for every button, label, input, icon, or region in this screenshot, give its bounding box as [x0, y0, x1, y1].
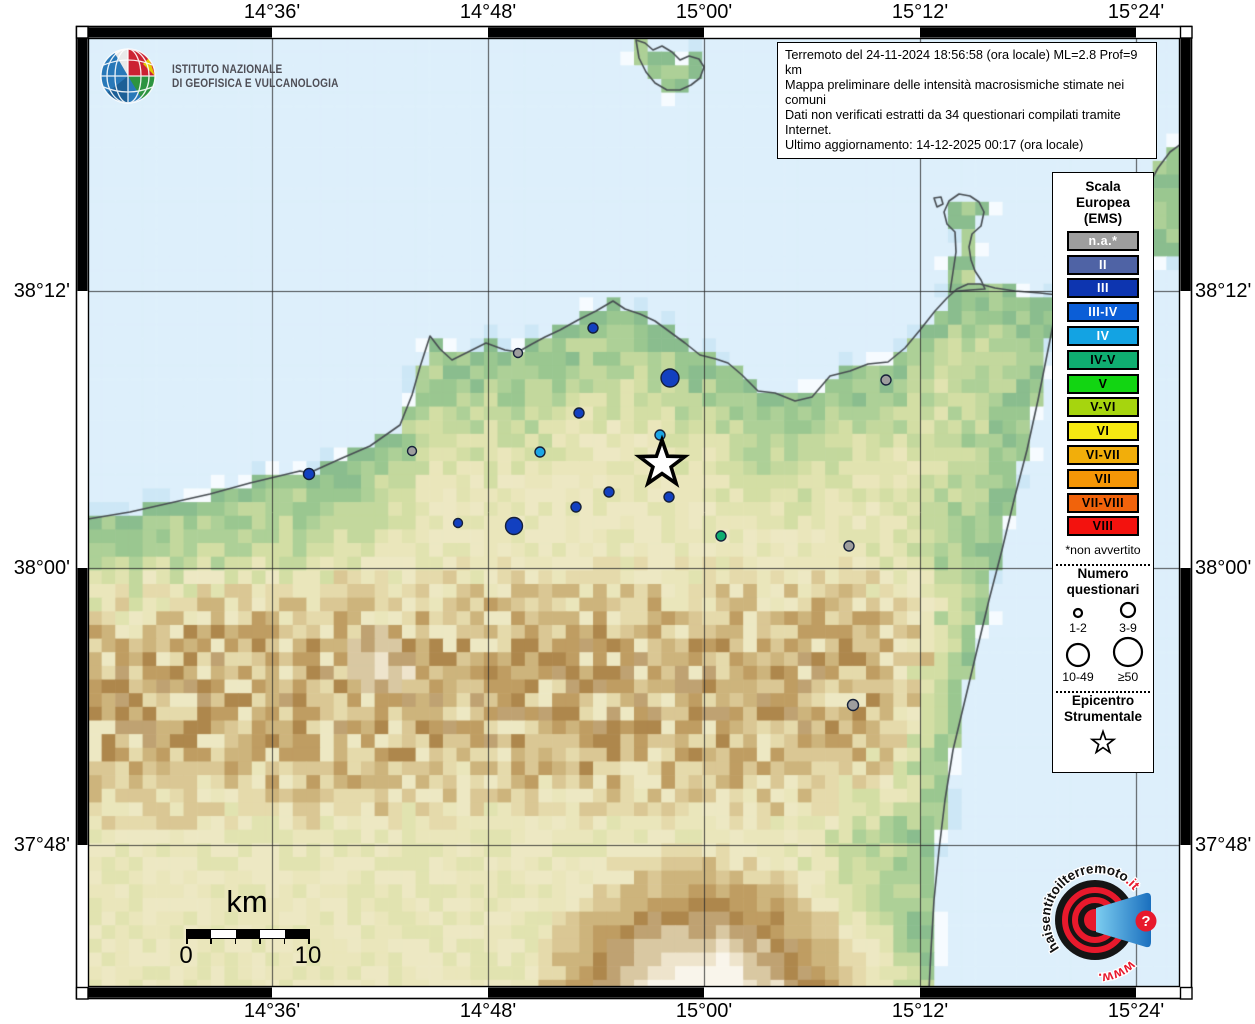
info-line-updated: Ultimo aggiornamento: 14-12-2025 00:17 (… [785, 138, 1084, 152]
haisentitoilterremoto-logo[interactable]: ? haisentitoilterremoto.it www. [1030, 850, 1180, 1000]
axis-label-latitude-left: 37°48' [13, 834, 70, 856]
legend-item-VI: VI [1067, 421, 1139, 442]
legend-item-label: II [1099, 257, 1107, 272]
scale-bar-start: 0 [179, 942, 193, 969]
ingv-logo[interactable]: ISTITUTO NAZIONALE DI GEOFISICA E VULCAN… [98, 46, 370, 106]
legend-item-label: n.a.* [1088, 233, 1118, 248]
axis-label-latitude-right: 38°00' [1195, 557, 1252, 579]
questionnaire-size-10-49: 10-49 [1053, 635, 1103, 684]
scale-bar-tick [186, 938, 188, 944]
axis-label-longitude-bottom: 14°36' [243, 1000, 301, 1022]
legend-item-label: VI-VII [1085, 447, 1121, 462]
questionnaire-circle-icon [1119, 602, 1137, 619]
legend-item-label: VII [1094, 471, 1112, 486]
legend-item-label: III-IV [1088, 305, 1118, 320]
axis-label-longitude-bottom: 15°00' [675, 1000, 733, 1022]
legend-item-IV: IV [1067, 325, 1139, 346]
legend-item-label: III [1097, 281, 1109, 296]
scale-bar [186, 929, 310, 939]
legend-item-II: II [1067, 254, 1139, 275]
legend-item-VII-VIII: VII-VIII [1067, 492, 1139, 513]
legend-item-label: VII-VIII [1081, 495, 1125, 510]
legend-title: Scala Europea (EMS) [1075, 179, 1130, 226]
legend-color-scale: n.a.* II III III-IV IV IV-V V V-VI VI VI-VII VII VI… [1053, 230, 1153, 537]
legend-item-label: IV-V [1090, 352, 1116, 367]
axis-label-longitude-top: 15°00' [675, 1, 733, 23]
legend-item-n.a.*: n.a.* [1067, 230, 1139, 251]
legend-item-VII: VII [1067, 468, 1139, 489]
questionnaire-size-key: 1-2 3-9 10-49 ≥50 [1053, 600, 1153, 684]
legend-footnote: *non avvertito [1065, 543, 1141, 558]
hsit-question-mark: ? [1141, 913, 1150, 930]
scale-bar-end: 10 [294, 942, 322, 969]
axis-label-longitude-bottom: 15°24' [1107, 1000, 1165, 1022]
macroseismic-map-page: Terremoto del 24-11-2024 18:56:58 (ora l… [0, 0, 1255, 1024]
legend-item-III-IV: III-IV [1067, 302, 1139, 323]
axis-label-longitude-bottom: 15°12' [891, 1000, 949, 1022]
legend-item-label: V-VI [1090, 400, 1116, 415]
hsit-text-www: www. [1098, 957, 1140, 986]
info-line-title: Mappa preliminare delle intensità macros… [785, 78, 1125, 107]
scale-bar-segment [260, 930, 285, 938]
scale-bar-tick [283, 938, 286, 944]
questionnaire-size-label: 3-9 [1119, 621, 1137, 636]
info-line-event: Terremoto del 24-11-2024 18:56:58 (ora l… [785, 48, 1138, 77]
epicenter-star-key [1053, 727, 1153, 757]
scale-bar-segment [187, 930, 212, 938]
ingv-line1: ISTITUTO NAZIONALE [172, 62, 283, 76]
hsit-question-badge: ? [1135, 910, 1157, 932]
epicenter-title-1: Epicentro [1071, 693, 1135, 709]
questionnaire-size-label: 1-2 [1069, 621, 1087, 636]
axis-label-latitude-left: 38°12' [13, 280, 70, 302]
questionnaire-circle-icon [1065, 643, 1091, 668]
axis-label-latitude-left: 38°00' [13, 557, 70, 579]
ingv-line2: DI GEOFISICA E VULCANOLOGIA [172, 76, 339, 90]
legend-item-label: VIII [1092, 519, 1114, 534]
terrain-map [88, 38, 1180, 987]
axis-label-longitude-top: 14°36' [243, 1, 301, 23]
scale-bar-unit: km [226, 884, 268, 919]
legend-item-label: IV [1096, 328, 1110, 343]
questionnaire-size-label: ≥50 [1117, 670, 1139, 685]
scale-bar-segment [284, 930, 309, 938]
svg-text:www.: www. [1098, 957, 1140, 986]
scale-bar-segment [235, 930, 261, 938]
axis-label-latitude-right: 38°12' [1195, 280, 1252, 302]
questionnaire-title-2: questionari [1066, 582, 1140, 598]
scale-bar-tick [308, 938, 310, 944]
scale-bar-tick [210, 938, 212, 944]
epicenter-title-2: Strumentale [1063, 709, 1143, 725]
ingv-logo-text: ISTITUTO NAZIONALE DI GEOFISICA E VULCAN… [172, 62, 339, 90]
ingv-globe-icon [100, 48, 156, 104]
questionnaire-circle-icon [1072, 608, 1084, 619]
legend-item-VIII: VIII [1067, 516, 1139, 537]
legend-item-label: V [1098, 376, 1108, 391]
questionnaire-size-label: 10-49 [1062, 670, 1094, 685]
questionnaire-size-3-9: 3-9 [1103, 600, 1153, 635]
scale-bar-segment [211, 930, 236, 938]
axis-label-longitude-top: 15°12' [891, 1, 949, 23]
earthquake-info-box: Terremoto del 24-11-2024 18:56:58 (ora l… [777, 42, 1157, 159]
questionnaire-size-≥50: ≥50 [1103, 635, 1153, 684]
legend-item-III: III [1067, 278, 1139, 299]
axis-label-latitude-right: 37°48' [1195, 834, 1252, 856]
scale-bar-tick [259, 938, 261, 944]
epicenter-star-icon [1089, 729, 1117, 755]
legend-item-V-VI: V-VI [1067, 397, 1139, 418]
legend-item-VI-VII: VI-VII [1067, 444, 1139, 465]
legend-item-V: V [1067, 373, 1139, 394]
axis-label-longitude-bottom: 14°48' [459, 1000, 517, 1022]
info-line-data: Dati non verificati estratti da 34 quest… [785, 108, 1121, 137]
questionnaire-size-1-2: 1-2 [1053, 600, 1103, 635]
questionnaire-title-1: Numero [1077, 566, 1129, 582]
questionnaire-circle-icon [1112, 637, 1144, 668]
intensity-legend: Scala Europea (EMS) n.a.* II III III-IV IV IV… [1052, 172, 1154, 773]
legend-item-label: VI [1096, 424, 1110, 439]
scale-bar-tick [234, 938, 237, 944]
axis-label-longitude-top: 14°48' [459, 1, 517, 23]
axis-label-longitude-top: 15°24' [1107, 1, 1165, 23]
legend-item-IV-V: IV-V [1067, 349, 1139, 370]
